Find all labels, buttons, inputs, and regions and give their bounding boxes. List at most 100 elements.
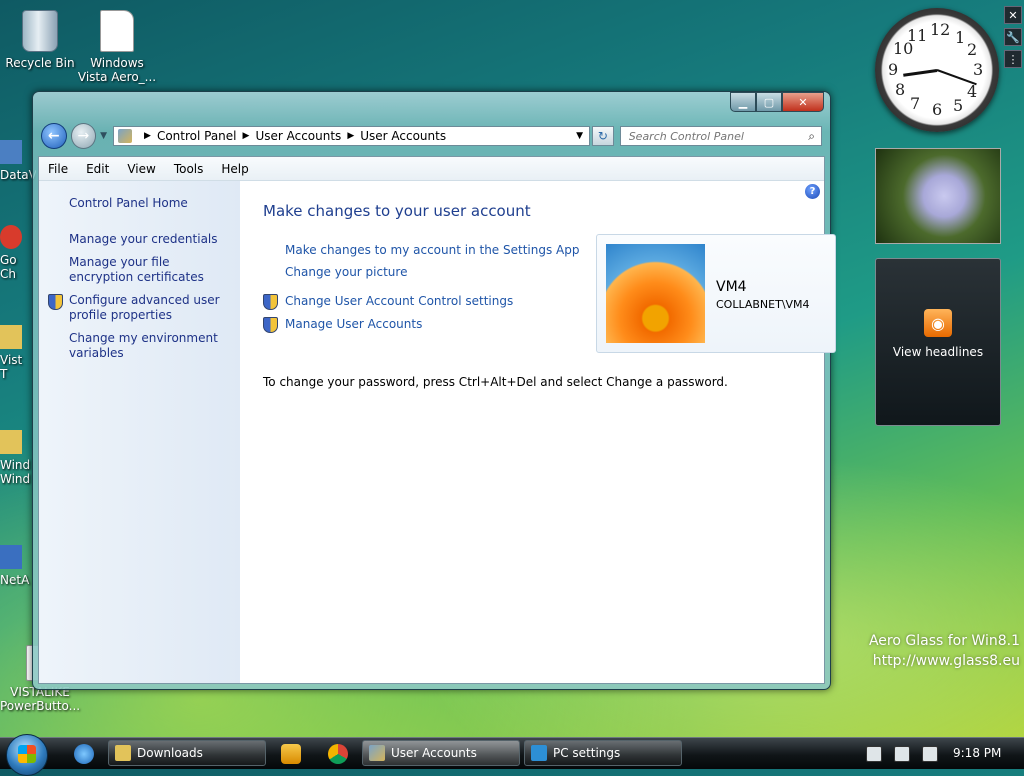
forward-button[interactable]: → <box>70 123 97 149</box>
uac-shield-icon <box>48 294 63 310</box>
menu-edit[interactable]: Edit <box>77 162 118 176</box>
menu-tools[interactable]: Tools <box>165 162 213 176</box>
taskbar-button-user-accounts[interactable]: User Accounts <box>362 740 520 766</box>
desktop-icon-partial[interactable]: DataV <box>0 140 36 182</box>
volume-muted-icon[interactable] <box>866 746 882 762</box>
uac-settings-link[interactable]: Change User Account Control settings <box>285 294 513 308</box>
chevron-right-icon[interactable]: ▶ <box>243 131 250 141</box>
document-icon <box>100 10 134 52</box>
shortcut-icon <box>0 140 22 164</box>
clock-number: 2 <box>967 40 978 59</box>
clock-number: 6 <box>932 100 943 119</box>
recycle-bin-icon <box>22 10 58 52</box>
desktop-icon-windows-vista-aero[interactable]: Windows Vista Aero_... <box>77 10 157 84</box>
clock-gadget[interactable]: 12 1 2 3 4 5 6 7 8 9 10 11 <box>875 8 999 132</box>
clock-number: 12 <box>930 20 951 39</box>
address-dropdown-icon[interactable]: ▼ <box>576 131 583 141</box>
network-icon[interactable] <box>894 746 910 762</box>
search-box[interactable]: ⌕ <box>619 126 822 146</box>
desktop-icon-recycle-bin[interactable]: Recycle Bin <box>0 10 80 70</box>
grip-icon[interactable]: ⋮ <box>1004 50 1022 68</box>
desktop-icon-partial[interactable]: NetA <box>0 545 36 587</box>
taskbar-button-label: PC settings <box>553 746 621 760</box>
close-button[interactable]: ✕ <box>782 92 824 112</box>
breadcrumb-item[interactable]: User Accounts <box>255 129 341 143</box>
clock-minute-hand <box>936 69 977 86</box>
desktop-icon-partial[interactable]: Wind Wind <box>0 430 32 486</box>
clock-number: 1 <box>955 28 966 47</box>
clock-number: 9 <box>888 60 899 79</box>
desktop-icon-label: Recycle Bin <box>5 56 75 70</box>
close-icon[interactable]: ✕ <box>1004 6 1022 24</box>
refresh-button[interactable]: ↻ <box>592 126 614 146</box>
rss-icon: ◉ <box>924 309 952 337</box>
folder-icon <box>115 745 131 761</box>
taskbar-clock[interactable]: 9:18 PM <box>953 746 1001 760</box>
menu-help[interactable]: Help <box>212 162 257 176</box>
manage-credentials-link[interactable]: Manage your credentials <box>69 232 234 247</box>
back-button[interactable]: ← <box>41 123 67 149</box>
system-tray <box>866 746 950 762</box>
user-account-card: VM4 COLLABNET\VM4 <box>596 234 836 353</box>
breadcrumb-item[interactable]: Control Panel <box>157 129 237 143</box>
feed-headlines-label: View headlines <box>892 345 984 359</box>
action-center-icon[interactable] <box>922 746 938 762</box>
clock-number: 8 <box>895 80 906 99</box>
chevron-right-icon[interactable]: ▶ <box>347 131 354 141</box>
chevron-right-icon[interactable]: ▶ <box>144 131 151 141</box>
change-picture-link[interactable]: Change your picture <box>285 265 407 279</box>
user-name: VM4 <box>716 279 747 295</box>
internet-explorer-icon[interactable] <box>74 744 94 764</box>
media-player-icon[interactable] <box>281 744 301 764</box>
window-controls: ▁ ▢ ✕ <box>730 92 824 112</box>
recent-pages-dropdown[interactable]: ▼ <box>100 131 107 141</box>
taskbar-button-pc-settings[interactable]: PC settings <box>524 740 682 766</box>
menu-view[interactable]: View <box>118 162 164 176</box>
navigation-bar: ← → ▼ ▶ Control Panel ▶ User Accounts ▶ … <box>41 122 822 150</box>
manage-file-encryption-link[interactable]: Manage your file encryption certificates <box>69 255 234 285</box>
menu-file[interactable]: File <box>39 162 77 176</box>
start-button[interactable] <box>6 734 48 776</box>
folder-icon <box>0 325 22 349</box>
watermark-line: http://www.glass8.eu <box>872 653 1020 669</box>
clock-number: 11 <box>907 26 928 45</box>
taskbar-button-downloads[interactable]: Downloads <box>108 740 266 766</box>
control-panel-icon <box>118 129 133 143</box>
desktop-icon-partial[interactable]: Go Ch <box>0 225 32 281</box>
maximize-button[interactable]: ▢ <box>756 92 782 112</box>
clock-number: 3 <box>973 60 984 79</box>
control-panel-home-link[interactable]: Control Panel Home <box>69 196 234 211</box>
change-environment-variables-link[interactable]: Change my environment variables <box>69 331 234 361</box>
wrench-icon[interactable]: 🔧 <box>1004 28 1022 46</box>
task-pane: Control Panel Home Manage your credentia… <box>39 181 240 683</box>
clock-number: 5 <box>953 96 964 115</box>
chrome-icon[interactable] <box>328 744 348 764</box>
folder-icon <box>0 430 22 454</box>
search-icon[interactable]: ⌕ <box>808 129 815 144</box>
windows-logo-icon <box>18 745 36 763</box>
desktop-icon-partial[interactable]: Vist T <box>0 325 32 381</box>
breadcrumb-item[interactable]: User Accounts <box>360 129 446 143</box>
clock-hour-hand <box>903 69 938 77</box>
minimize-button[interactable]: ▁ <box>730 92 756 112</box>
desktop-icon-label: DataV <box>0 168 36 182</box>
feed-headlines-gadget[interactable]: ◉ View headlines <box>875 258 1001 426</box>
desktop-icon-label: Windows Vista Aero_... <box>77 56 157 84</box>
configure-profile-properties-link[interactable]: Configure advanced user profile properti… <box>69 293 234 323</box>
help-icon[interactable]: ? <box>805 184 820 199</box>
window-client-area: File Edit View Tools Help Control Panel … <box>38 156 836 684</box>
address-bar[interactable]: ▶ Control Panel ▶ User Accounts ▶ User A… <box>113 126 591 146</box>
slideshow-gadget[interactable] <box>875 148 1001 244</box>
avatar <box>606 244 705 343</box>
manage-user-accounts-link[interactable]: Manage User Accounts <box>285 317 422 331</box>
gadget-sidebar-controls: ✕ 🔧 ⋮ <box>1004 6 1022 72</box>
uac-shield-icon <box>263 294 278 310</box>
user-domain: COLLABNET\VM4 <box>716 298 810 311</box>
taskbar-button-label: User Accounts <box>391 746 477 760</box>
settings-app-link[interactable]: Make changes to my account in the Settin… <box>285 243 579 257</box>
search-input[interactable] <box>626 128 801 144</box>
watermark-line: Aero Glass for Win8.1 <box>868 633 1020 649</box>
desktop-icon-label: Go Ch <box>0 253 17 281</box>
taskbar: Downloads User Accounts PC settings 9:18… <box>0 734 1024 776</box>
desktop-icon-label: NetA <box>0 573 30 587</box>
